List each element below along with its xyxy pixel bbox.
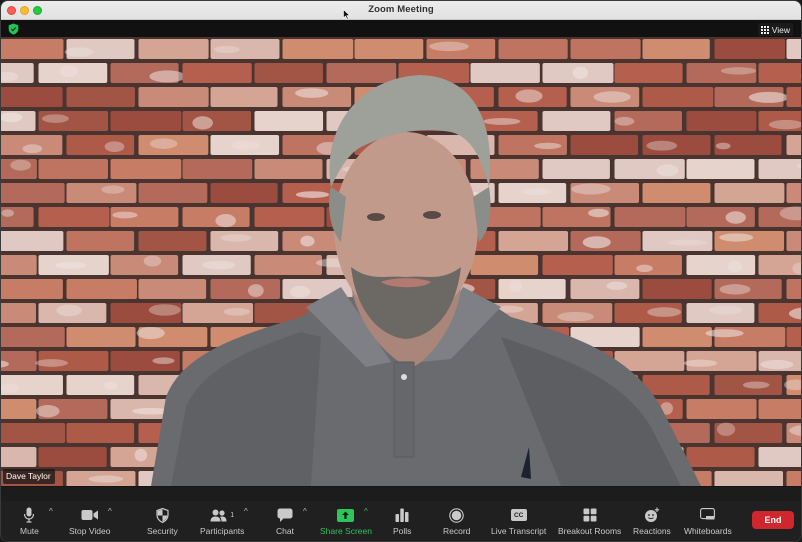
security-shield-icon	[156, 507, 169, 523]
participants-label: Participants	[200, 526, 245, 536]
encryption-shield-icon[interactable]	[8, 23, 19, 35]
breakout-rooms-button[interactable]: Breakout Rooms	[558, 507, 621, 536]
share-screen-options-caret[interactable]: ^	[364, 507, 368, 516]
bar-chart-icon	[395, 508, 409, 522]
video-feed: Dave Taylor	[1, 37, 801, 486]
microphone-icon	[24, 507, 35, 523]
video-options-caret[interactable]: ^	[108, 507, 112, 516]
chat-options-caret[interactable]: ^	[303, 507, 307, 516]
stop-video-button[interactable]: Stop Video	[69, 507, 110, 536]
live-transcript-button[interactable]: CC Live Transcript	[491, 507, 546, 536]
participant-video	[151, 75, 701, 486]
chat-label: Chat	[276, 526, 294, 536]
end-meeting-button[interactable]: End	[752, 511, 794, 529]
mute-label: Mute	[20, 526, 39, 536]
polls-label: Polls	[393, 526, 412, 536]
window-title: Zoom Meeting	[368, 4, 434, 15]
share-screen-icon	[337, 508, 355, 522]
participants-options-caret[interactable]: ^	[244, 507, 248, 516]
share-screen-label: Share Screen	[320, 526, 372, 536]
whiteboards-button[interactable]: Whiteboards	[684, 507, 732, 536]
security-label: Security	[147, 526, 178, 536]
whiteboard-icon	[700, 508, 716, 520]
grid-icon	[760, 25, 769, 34]
participant-count: 1	[230, 511, 235, 519]
participants-icon	[210, 509, 227, 521]
record-button[interactable]: Record	[443, 507, 470, 536]
cc-icon: CC	[510, 509, 527, 521]
security-button[interactable]: Security	[147, 507, 178, 536]
mute-button[interactable]: Mute	[20, 507, 39, 536]
breakout-rooms-label: Breakout Rooms	[558, 526, 622, 536]
polls-button[interactable]: Polls	[393, 507, 411, 536]
live-transcript-label: Live Transcript	[491, 526, 547, 536]
whiteboards-label: Whiteboards	[684, 526, 732, 536]
chat-bubble-icon	[277, 508, 293, 522]
participant-name-tag: Dave Taylor	[3, 469, 55, 484]
toolbar-controls: Mute ^ Stop Video ^ Security 1 Participa…	[1, 501, 801, 541]
view-label: View	[771, 24, 790, 35]
record-icon	[449, 507, 464, 523]
reactions-button[interactable]: Reactions	[633, 507, 671, 536]
meeting-toolbar: Mute ^ Stop Video ^ Security 1 Participa…	[1, 486, 801, 541]
participants-button[interactable]: 1 Participants	[200, 507, 244, 536]
title-bar: Zoom Meeting	[1, 1, 801, 20]
view-button[interactable]: View	[757, 23, 793, 36]
video-camera-icon	[81, 510, 98, 520]
chat-button[interactable]: Chat	[276, 507, 294, 536]
smiley-plus-icon	[644, 507, 660, 522]
mouse-cursor-icon	[343, 9, 351, 20]
stop-video-label: Stop Video	[69, 526, 111, 536]
breakout-grid-icon	[583, 508, 597, 522]
record-label: Record	[443, 526, 471, 536]
meeting-top-bar: View	[1, 20, 801, 37]
mute-options-caret[interactable]: ^	[49, 507, 53, 516]
reactions-label: Reactions	[633, 526, 671, 536]
zoom-window: Zoom Meeting View Dave Taylor Mute ^ Sto…	[0, 0, 802, 542]
